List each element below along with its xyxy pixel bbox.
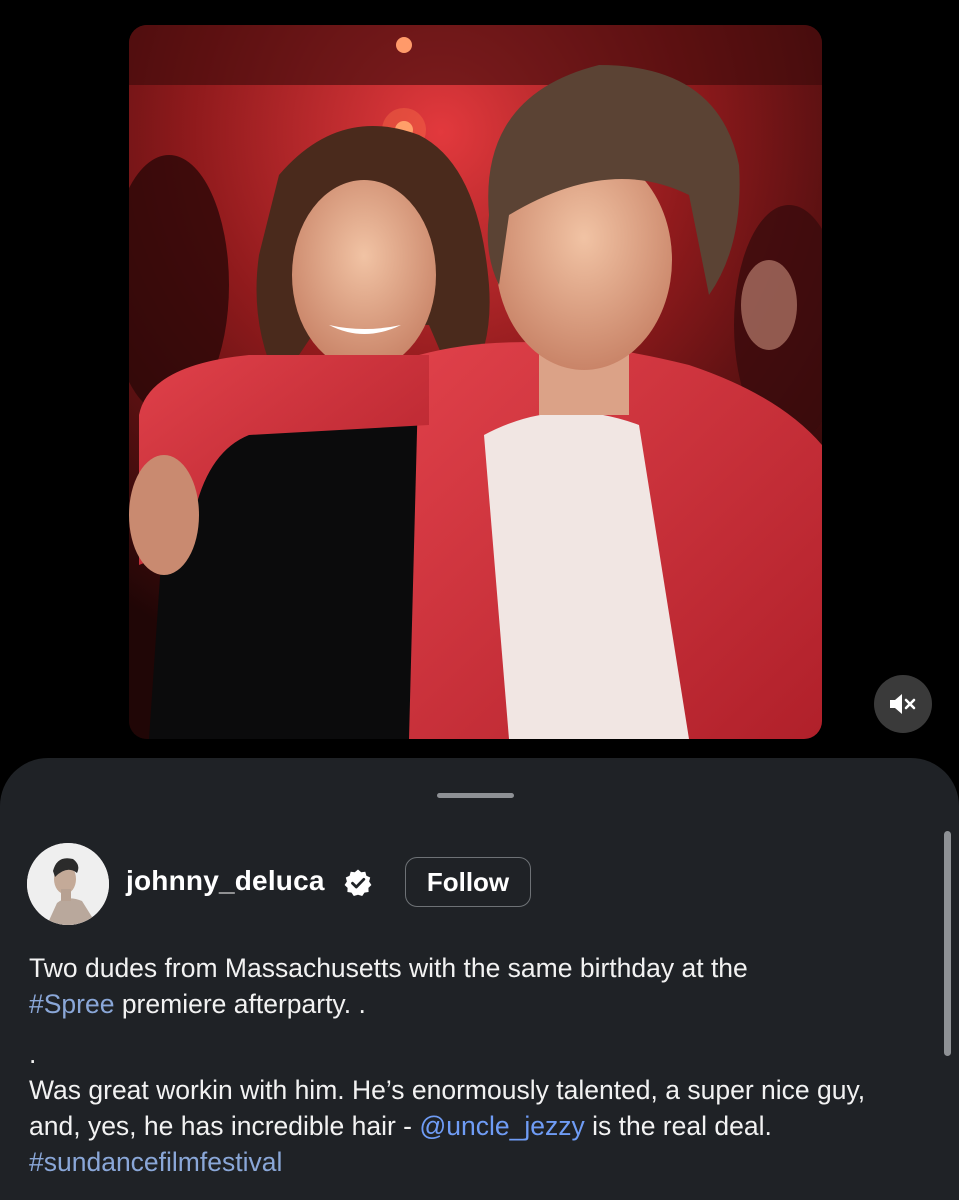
avatar[interactable] [27,843,109,925]
caption-paragraph-1: Two dudes from Massachusetts with the sa… [29,950,909,1022]
post-caption: Two dudes from Massachusetts with the sa… [29,950,909,1180]
caption-dot-line: . [29,1039,37,1069]
hashtag-link[interactable]: #sundancefilmfestival [29,1147,282,1177]
sheet-grabber-handle[interactable] [437,793,514,798]
profile-photo [27,843,109,925]
username[interactable]: johnny_deluca [126,865,325,897]
scrollbar[interactable] [944,831,951,1056]
mention-link[interactable]: @uncle_jezzy [419,1111,584,1141]
caption-text: premiere afterparty. . [114,989,366,1019]
post-photo[interactable] [129,25,822,739]
caption-text: is the real deal. [584,1111,772,1141]
speaker-muted-icon [890,694,916,714]
caption-text: Two dudes from Massachusetts with the sa… [29,953,748,983]
caption-paragraph-2: Was great workin with him. He’s enormous… [29,1072,909,1180]
photo-illustration [129,25,822,739]
verified-badge-icon [344,869,372,896]
hashtag-link[interactable]: #Spree [29,989,114,1019]
mute-toggle-button[interactable] [874,675,932,733]
post-details-sheet: johnny_deluca Follow Two dudes from Mass… [0,758,959,1200]
post-viewer-screen: johnny_deluca Follow Two dudes from Mass… [0,0,959,1200]
follow-button[interactable]: Follow [405,857,531,907]
